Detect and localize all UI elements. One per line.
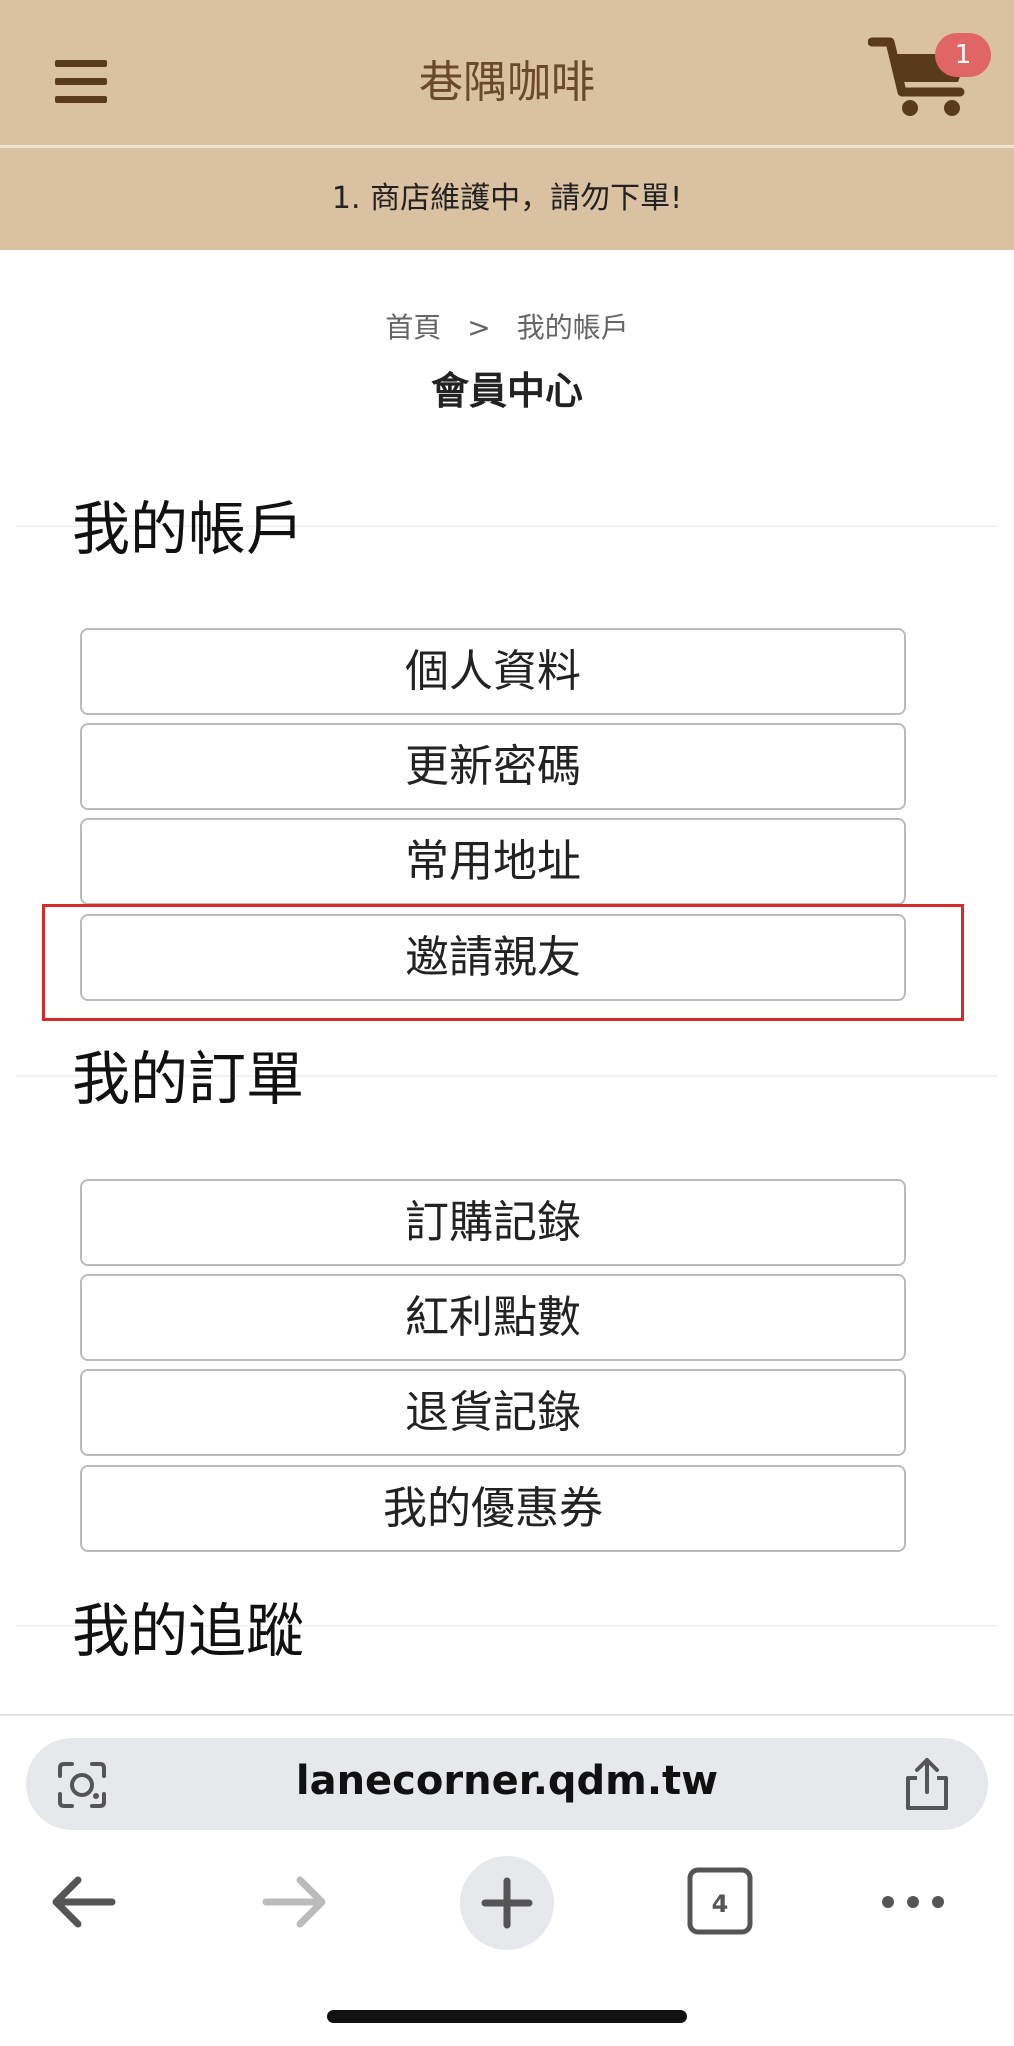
store-notice-banner: 1. 商店維護中，請勿下單! (0, 148, 1014, 250)
profile-button[interactable]: 個人資料 (80, 628, 906, 715)
page-title: 會員中心 (430, 369, 583, 413)
section-heading-tracking: 我的追蹤 (72, 1597, 305, 1665)
more-options-icon[interactable] (868, 1862, 958, 1942)
store-title[interactable]: 巷隅咖啡 (0, 46, 1014, 110)
cart-count-badge: 1 (935, 33, 991, 77)
saved-addresses-button[interactable]: 常用地址 (80, 818, 906, 905)
section-heading-orders: 我的訂單 (72, 1045, 305, 1113)
breadcrumb-home-link[interactable]: 首頁 (385, 311, 441, 344)
breadcrumb-separator: > (467, 311, 491, 344)
home-indicator (327, 2010, 687, 2023)
update-password-button[interactable]: 更新密碼 (80, 723, 906, 810)
section-heading-account: 我的帳戶 (72, 495, 305, 563)
new-tab-plus-icon[interactable] (460, 1856, 554, 1950)
site-header: 巷隅咖啡 1 (0, 0, 1014, 145)
share-icon[interactable] (900, 1756, 954, 1812)
back-arrow-icon[interactable] (40, 1862, 130, 1942)
breadcrumb-current: 我的帳戶 (516, 311, 629, 344)
bonus-points-button[interactable]: 紅利點數 (80, 1274, 906, 1361)
forward-arrow-icon[interactable] (248, 1862, 338, 1942)
return-history-button[interactable]: 退貨記錄 (80, 1369, 906, 1456)
order-history-button[interactable]: 訂購記錄 (80, 1179, 906, 1266)
highlight-annotation (42, 904, 964, 1021)
my-coupons-button[interactable]: 我的優惠券 (80, 1465, 906, 1552)
breadcrumb: 首頁 > 我的帳戶 (0, 306, 1014, 346)
tab-count: 4 (712, 1890, 729, 1918)
tabs-overview-icon[interactable]: 4 (676, 1862, 766, 1942)
url-text[interactable]: lanecorner.qdm.tw (0, 1758, 1014, 1804)
